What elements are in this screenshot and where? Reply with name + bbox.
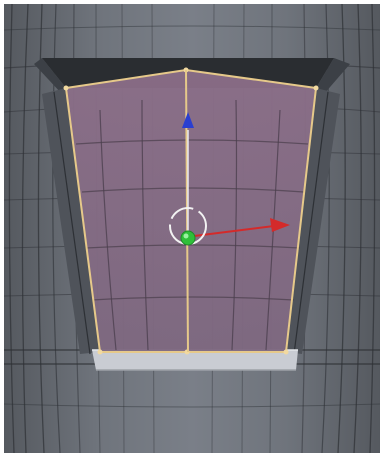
selected-face[interactable] [63, 67, 319, 355]
viewport-canvas[interactable] [4, 4, 380, 453]
selected-vertex[interactable] [313, 85, 319, 91]
green-center-handle[interactable] [180, 230, 196, 246]
3d-viewport[interactable] [4, 4, 380, 453]
selected-vertex[interactable] [97, 349, 103, 355]
selected-vertex[interactable] [283, 349, 289, 355]
handle-highlight [183, 233, 189, 239]
selected-vertex[interactable] [63, 85, 69, 91]
